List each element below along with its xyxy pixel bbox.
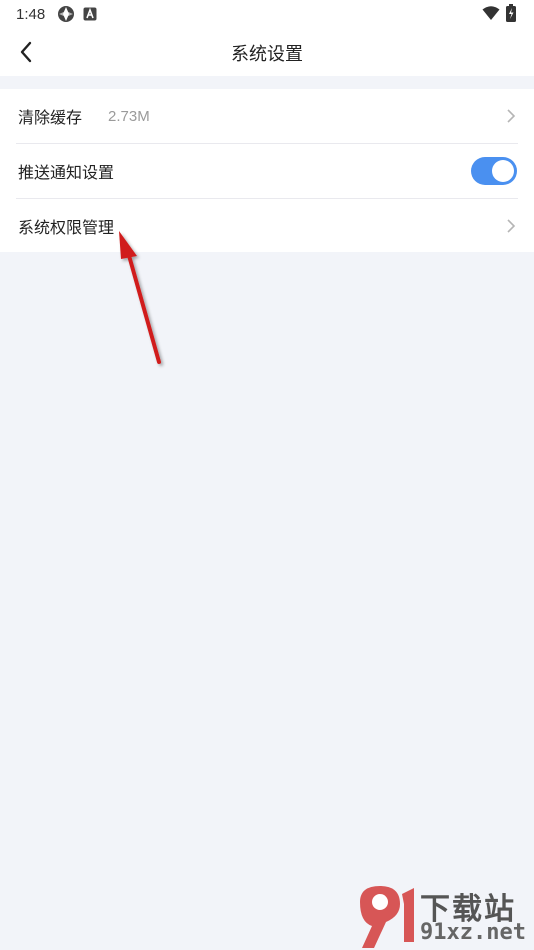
watermark-logo: 下载站 91xz.net	[352, 882, 532, 950]
toggle-knob	[492, 160, 514, 182]
push-notification-label: 推送通知设置	[18, 163, 115, 182]
push-notification-toggle[interactable]	[471, 157, 517, 185]
watermark-url: 91xz.net	[420, 920, 526, 945]
status-right-group	[482, 4, 516, 26]
a-badge-icon	[83, 7, 97, 21]
status-time: 1:48	[16, 5, 46, 23]
status-bar: 1:48	[0, 0, 534, 28]
brand-logo-icon	[360, 886, 414, 948]
clear-cache-row[interactable]: 清除缓存 2.73M	[0, 89, 534, 143]
battery-charging-icon	[506, 4, 516, 26]
chevron-right-icon	[507, 219, 516, 233]
push-notification-row: 推送通知设置	[0, 144, 534, 198]
system-permission-row[interactable]: 系统权限管理	[0, 199, 534, 253]
page-title: 系统设置	[231, 44, 303, 65]
cache-size-value: 2.73M	[108, 107, 150, 125]
wifi-icon	[482, 5, 500, 25]
clear-cache-label: 清除缓存	[18, 108, 83, 127]
app-notification-icon	[57, 5, 75, 23]
nav-bar: 系统设置	[0, 28, 534, 76]
settings-list: 清除缓存 2.73M 推送通知设置 系统权限管理	[0, 89, 534, 252]
system-permission-label: 系统权限管理	[18, 218, 115, 237]
chevron-right-icon	[507, 109, 516, 123]
